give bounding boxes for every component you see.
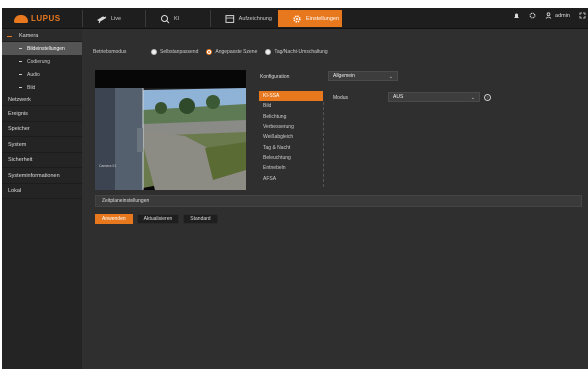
apply-button[interactable]: Anwenden <box>95 214 133 224</box>
sidebar-item-label: System <box>8 141 27 148</box>
sidebar: Kamera Bildeinstellungen Codierung Audio… <box>2 30 82 369</box>
radio-label: Selbstanpassend <box>160 49 199 55</box>
sidebar-sub-label: Audio <box>27 71 40 78</box>
radio-tag-nacht[interactable]: Tag/Nacht-Umschaltung <box>265 49 328 55</box>
tab-aufzeichnung-label: Aufzeichnung <box>238 15 272 22</box>
logo-mark-icon <box>14 14 28 23</box>
sidebar-sub-label: Bildeinstellungen <box>27 45 65 52</box>
camera-osd-label: Camera 01 <box>99 164 117 168</box>
sidebar-sub-bildeinstellungen[interactable]: Bildeinstellungen <box>2 42 82 55</box>
alarm-icon[interactable] <box>513 12 520 19</box>
sidebar-item-systeminformationen[interactable]: Systeminformationen <box>2 168 82 184</box>
chevron-down-icon: ⌄ <box>470 95 475 101</box>
sidebar-item-label: Kamera <box>19 32 39 39</box>
tab-live-label: Live <box>111 15 122 22</box>
tabs-divider <box>323 102 324 187</box>
sidebar-item-sicherheit[interactable]: Sicherheit <box>2 153 82 168</box>
recording-icon <box>225 14 235 23</box>
radio-angepasste-szene[interactable]: Angepasste Szene <box>206 49 257 55</box>
collapse-icon <box>7 35 12 37</box>
radio-icon <box>265 49 272 55</box>
sidebar-item-label: Speicher <box>8 126 30 132</box>
mode-row: Betriebsmodus Selbstanpassend Angepasste… <box>93 49 336 55</box>
config-value: Allgemein <box>333 73 355 79</box>
logo-text: LUPUS <box>31 14 61 23</box>
search-person-icon <box>161 14 170 23</box>
radio-selected-icon <box>206 49 213 55</box>
tab-entnebeln[interactable]: Entnebeln <box>259 163 323 173</box>
sidebar-item-label: Lokal <box>8 188 22 194</box>
user-name: admin <box>555 12 570 19</box>
app-window: LUPUS Live KI Aufzeichnung Einstellungen… <box>2 8 588 369</box>
chevron-down-icon: ⌄ <box>388 74 393 80</box>
tab-verbesserung[interactable]: Verbesserung <box>259 122 323 132</box>
camera-preview[interactable]: Camera 01 <box>95 70 246 190</box>
tab-weissabgleich[interactable]: Weißabgleich <box>259 132 323 142</box>
camera-icon <box>97 15 107 23</box>
sidebar-item-kamera[interactable]: Kamera <box>2 30 82 42</box>
sidebar-sub-codierung[interactable]: Codierung <box>2 55 82 68</box>
help-icon[interactable]: ? <box>484 94 491 101</box>
config-label: Konfiguration <box>260 74 290 80</box>
gear-icon <box>293 14 301 23</box>
tab-ki-ssa[interactable]: KI-SSA <box>259 91 323 102</box>
main-panel: Betriebsmodus Selbstanpassend Angepasste… <box>82 30 588 369</box>
sidebar-item-label: Systeminformationen <box>8 172 60 179</box>
camera-preview-image <box>95 70 246 190</box>
tab-ki-label: KI <box>174 15 180 22</box>
sidebar-item-speicher[interactable]: Speicher <box>2 122 82 137</box>
fullscreen-icon[interactable] <box>579 12 586 19</box>
sidebar-sub-label: Codierung <box>27 58 51 65</box>
default-button[interactable]: Standard <box>183 214 218 224</box>
schedule-label: Zeitplaneinstellungen <box>102 198 150 204</box>
radio-label: Tag/Nacht-Umschaltung <box>274 49 328 55</box>
refresh-button[interactable]: Aktualisieren <box>136 214 180 224</box>
settings-tabs: KI-SSA Bild Belichtung Verbesserung Weiß… <box>259 91 323 184</box>
tab-ki[interactable]: KI <box>145 10 209 27</box>
sidebar-item-system[interactable]: System <box>2 137 82 153</box>
radio-label: Angepasste Szene <box>215 49 258 55</box>
sidebar-item-label: Netzwerk <box>8 96 31 103</box>
radio-selbstanpassend[interactable]: Selbstanpassend <box>151 49 198 55</box>
dash-icon <box>19 61 22 62</box>
sidebar-item-ereignis[interactable]: Ereignis <box>2 106 82 122</box>
tab-tag-nacht[interactable]: Tag & Nacht <box>259 142 323 152</box>
modus-value: AUS <box>393 94 404 100</box>
mode-label: Betriebsmodus <box>93 49 127 55</box>
user-menu[interactable]: admin <box>545 12 570 19</box>
tab-live[interactable]: Live <box>82 10 144 27</box>
tab-afsa[interactable]: AFSA <box>259 173 323 183</box>
tab-bild[interactable]: Bild <box>259 101 323 111</box>
tab-aufzeichnung[interactable]: Aufzeichnung <box>210 10 272 27</box>
dash-icon <box>19 74 22 75</box>
sidebar-item-lokal[interactable]: Lokal <box>2 184 82 199</box>
lupus-logo[interactable]: LUPUS <box>14 12 61 25</box>
user-icon <box>545 12 552 19</box>
sidebar-item-netzwerk[interactable]: Netzwerk <box>2 94 82 106</box>
dash-icon <box>19 87 22 88</box>
action-buttons: Anwenden Aktualisieren Standard <box>95 214 218 224</box>
dash-icon <box>19 48 22 49</box>
top-bar: LUPUS Live KI Aufzeichnung Einstellungen… <box>2 8 588 29</box>
modus-label: Modus <box>333 95 349 101</box>
radio-icon <box>151 49 157 55</box>
config-select[interactable]: Allgemein ⌄ <box>328 71 398 81</box>
modus-select[interactable]: AUS ⌄ <box>388 92 480 102</box>
sidebar-sub-bild[interactable]: Bild <box>2 81 82 94</box>
sidebar-sub-audio[interactable]: Audio <box>2 68 82 81</box>
sidebar-sub-label: Bild <box>27 84 36 91</box>
tab-beleuchtung[interactable]: Beleuchtung <box>259 153 323 163</box>
settings-cog-icon[interactable] <box>529 12 536 19</box>
tab-einstellungen-label: Einstellungen <box>306 15 340 22</box>
tab-belichtung[interactable]: Belichtung <box>259 112 323 122</box>
top-right-tools: admin <box>513 12 586 19</box>
schedule-settings-bar[interactable]: Zeitplaneinstellungen <box>95 195 582 207</box>
tab-einstellungen[interactable]: Einstellungen <box>278 10 342 27</box>
sidebar-item-label: Sicherheit <box>8 157 33 163</box>
sidebar-item-label: Ereignis <box>8 110 28 117</box>
